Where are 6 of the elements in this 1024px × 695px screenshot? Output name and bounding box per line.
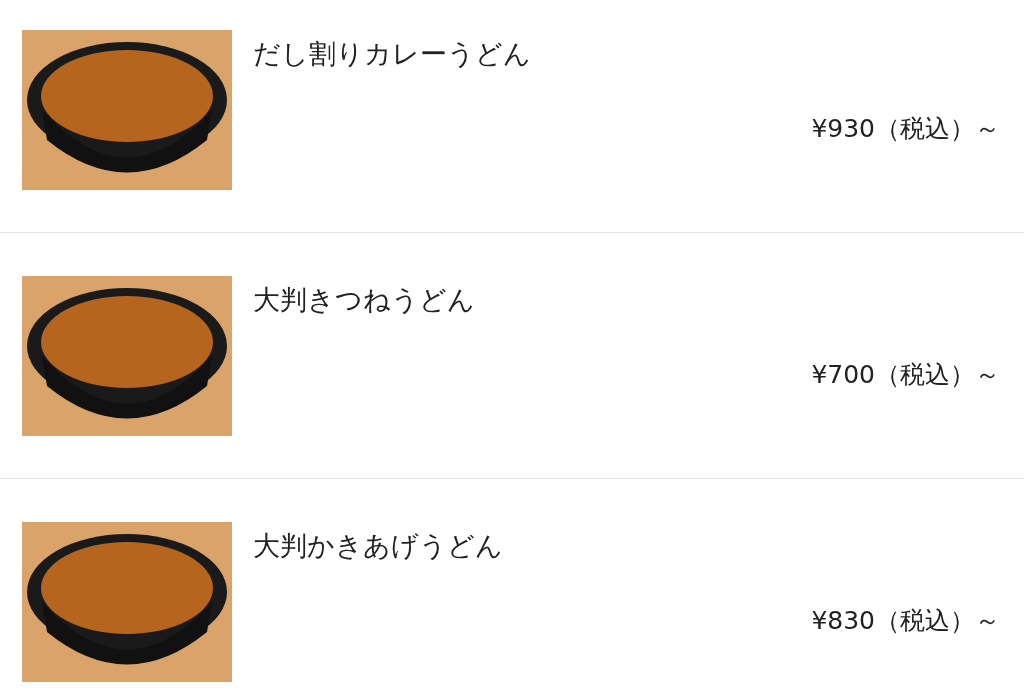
- menu-item-name[interactable]: 大判きつねうどん: [253, 282, 475, 318]
- menu-item-name[interactable]: 大判かきあげうどん: [253, 528, 503, 564]
- menu-item-name[interactable]: だし割りカレーうどん: [253, 36, 531, 72]
- menu-item-price: ¥700（税込）～: [811, 359, 1000, 391]
- menu-item-price: ¥830（税込）～: [811, 605, 1000, 637]
- menu-item-price: ¥930（税込）～: [811, 113, 1000, 145]
